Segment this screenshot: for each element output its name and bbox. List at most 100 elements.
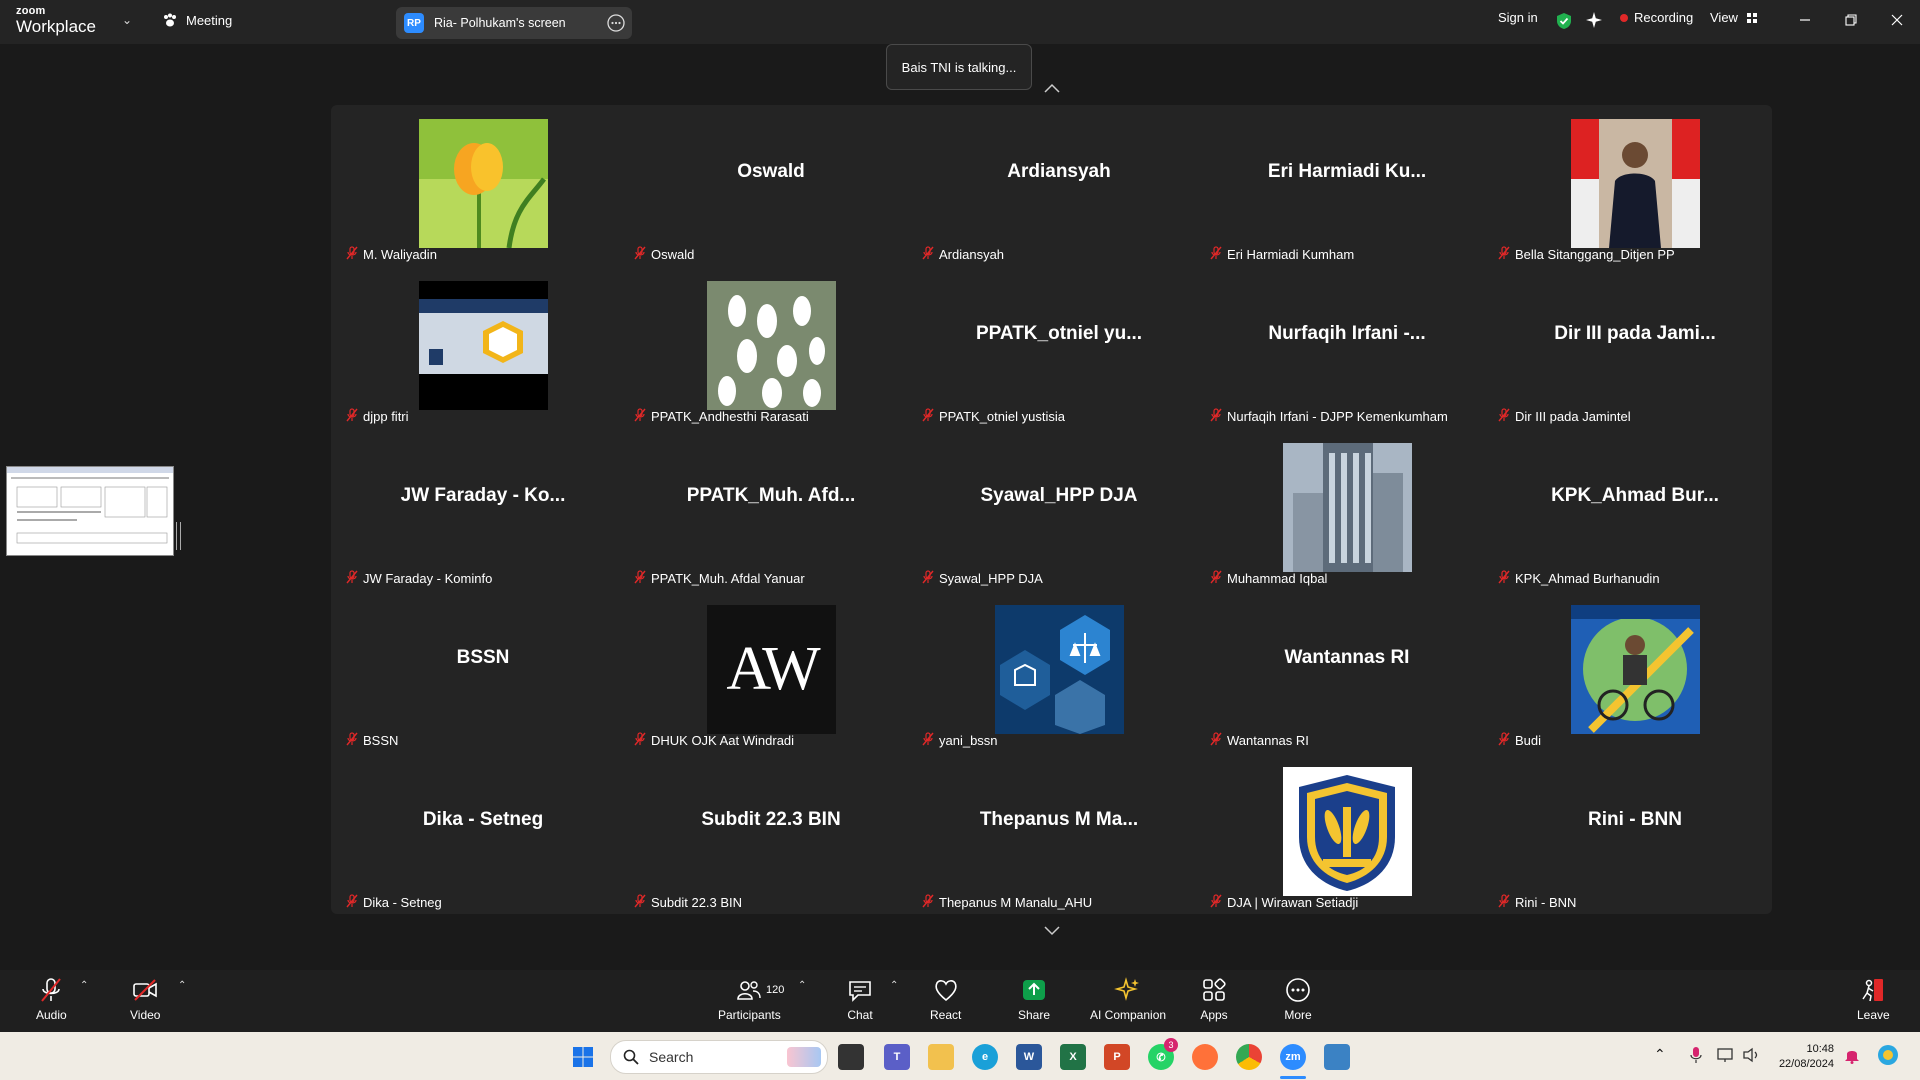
- participant-tile[interactable]: Ardiansyah Ardiansyah: [915, 103, 1203, 265]
- zoom-app-icon[interactable]: zm: [1280, 1044, 1306, 1070]
- participant-tile[interactable]: Dir III pada Jami... Dir III pada Jaminte…: [1491, 265, 1779, 427]
- participant-display-name: Dir III pada Jami...: [1554, 323, 1716, 344]
- participant-tile[interactable]: Rini - BNN Rini - BNN: [1491, 751, 1779, 913]
- firefox-icon[interactable]: [1192, 1044, 1218, 1070]
- shared-screen-thumbnail[interactable]: [6, 466, 174, 556]
- participant-tile[interactable]: Budi: [1491, 589, 1779, 751]
- participant-tile[interactable]: Dika - Setneg Dika - Setneg: [339, 751, 627, 913]
- participant-tile[interactable]: JW Faraday - Ko... JW Faraday - Kominfo: [339, 427, 627, 589]
- participant-avatar: AW: [707, 605, 836, 734]
- meeting-button[interactable]: Meeting: [162, 12, 232, 28]
- page-down-button[interactable]: [1035, 918, 1069, 944]
- teams-icon[interactable]: T: [884, 1044, 910, 1070]
- participant-tile[interactable]: PPATK_Andhesthi Rarasati: [627, 265, 915, 427]
- heart-icon: [935, 980, 957, 1002]
- chevron-down-icon: [1044, 926, 1060, 936]
- task-view-icon[interactable]: [838, 1044, 864, 1070]
- microphone-muted-icon: [921, 894, 935, 911]
- chevron-down-icon[interactable]: ⌄: [122, 13, 132, 27]
- edge-icon[interactable]: e: [972, 1044, 998, 1070]
- participant-name-label: PPATK_otniel yustisia: [921, 408, 1065, 425]
- recording-indicator[interactable]: Recording: [1620, 10, 1693, 25]
- participant-tile[interactable]: Thepanus M Ma... Thepanus M Manalu_AHU: [915, 751, 1203, 913]
- participant-avatar: [1571, 119, 1700, 248]
- participant-name-label: Rini - BNN: [1497, 894, 1576, 911]
- network-icon[interactable]: [1716, 1047, 1734, 1066]
- taskbar-search[interactable]: Search: [610, 1040, 828, 1074]
- participant-name-label: Dir III pada Jamintel: [1497, 408, 1631, 425]
- video-button[interactable]: Video: [130, 976, 160, 1022]
- microphone-muted-icon: [633, 246, 647, 263]
- video-options-caret[interactable]: ⌃: [178, 980, 186, 991]
- leave-button[interactable]: Leave: [1857, 976, 1890, 1022]
- microphone-muted-icon: [633, 570, 647, 587]
- chat-options-caret[interactable]: ⌃: [890, 980, 898, 991]
- notepad-icon[interactable]: [1324, 1044, 1350, 1070]
- search-highlight-icon: [787, 1047, 821, 1067]
- more-options-icon[interactable]: [606, 13, 626, 33]
- participant-tile[interactable]: Eri Harmiadi Ku... Eri Harmiadi Kumham: [1203, 103, 1491, 265]
- windows-start-icon[interactable]: [570, 1044, 596, 1070]
- recording-label: Recording: [1634, 10, 1694, 25]
- participant-tile[interactable]: Bella Sitanggang_Ditjen PP: [1491, 103, 1779, 265]
- minimize-button[interactable]: [1782, 0, 1828, 40]
- file-explorer-icon[interactable]: [928, 1044, 954, 1070]
- view-button[interactable]: View: [1710, 10, 1758, 25]
- participant-avatar: [995, 605, 1124, 734]
- participants-button[interactable]: Participants: [718, 976, 781, 1022]
- participant-name-label: Eri Harmiadi Kumham: [1209, 246, 1354, 263]
- chat-button[interactable]: Chat: [846, 976, 874, 1022]
- apps-button[interactable]: Apps: [1200, 976, 1228, 1022]
- participants-options-caret[interactable]: ⌃: [798, 980, 806, 991]
- participant-tile[interactable]: Oswald Oswald: [627, 103, 915, 265]
- participant-name: Wantannas RI: [1227, 733, 1309, 748]
- volume-icon[interactable]: [1742, 1047, 1760, 1066]
- chrome-icon[interactable]: [1236, 1044, 1262, 1070]
- participant-tile[interactable]: AW DHUK OJK Aat Windradi: [627, 589, 915, 751]
- ai-companion-label: AI Companion: [1090, 1008, 1167, 1022]
- page-up-button[interactable]: [1035, 75, 1069, 101]
- tray-microphone-icon[interactable]: [1690, 1046, 1702, 1067]
- participant-name: PPATK_Andhesthi Rarasati: [651, 409, 809, 424]
- participant-name: Dir III pada Jamintel: [1515, 409, 1631, 424]
- react-button[interactable]: React: [930, 976, 961, 1022]
- participant-tile[interactable]: Muhammad Iqbal: [1203, 427, 1491, 589]
- participant-tile[interactable]: DJA | Wirawan Setiadji: [1203, 751, 1491, 913]
- tray-chevron-up-icon[interactable]: ⌃: [1654, 1046, 1666, 1063]
- audio-button[interactable]: Audio: [36, 976, 67, 1022]
- excel-icon[interactable]: X: [1060, 1044, 1086, 1070]
- close-button[interactable]: [1874, 0, 1920, 40]
- powerpoint-icon[interactable]: P: [1104, 1044, 1130, 1070]
- ai-companion-button[interactable]: AI Companion: [1090, 976, 1166, 1022]
- participant-tile[interactable]: Wantannas RI Wantannas RI: [1203, 589, 1491, 751]
- participant-tile[interactable]: KPK_Ahmad Bur... KPK_Ahmad Burhanudin: [1491, 427, 1779, 589]
- participant-tile[interactable]: PPATK_otniel yu... PPATK_otniel yustisia: [915, 265, 1203, 427]
- participant-tile[interactable]: Syawal_HPP DJA Syawal_HPP DJA: [915, 427, 1203, 589]
- word-icon[interactable]: W: [1016, 1044, 1042, 1070]
- participant-tile[interactable]: djpp fitri: [339, 265, 627, 427]
- restore-button[interactable]: [1828, 0, 1874, 40]
- screen-share-pill[interactable]: RP Ria- Polhukam's screen: [396, 7, 632, 39]
- participant-name: Syawal_HPP DJA: [939, 571, 1043, 586]
- thumbnail-resize-handle[interactable]: [176, 522, 181, 550]
- audio-options-caret[interactable]: ⌃: [80, 980, 88, 991]
- participant-avatar: [1571, 605, 1700, 734]
- shield-check-icon[interactable]: [1556, 12, 1572, 30]
- participant-tile[interactable]: PPATK_Muh. Afd... PPATK_Muh. Afdal Yanuar: [627, 427, 915, 589]
- share-button[interactable]: Share: [1018, 976, 1050, 1022]
- clock[interactable]: 10:48 22/08/2024: [1772, 1042, 1834, 1072]
- participant-name-label: DHUK OJK Aat Windradi: [633, 732, 794, 749]
- more-button[interactable]: More: [1284, 976, 1312, 1022]
- sparkle-icon[interactable]: [1585, 11, 1603, 29]
- participants-icon: [737, 981, 762, 1000]
- sign-in-button[interactable]: Sign in: [1498, 10, 1538, 25]
- participant-tile[interactable]: Subdit 22.3 BIN Subdit 22.3 BIN: [627, 751, 915, 913]
- participant-tile[interactable]: Nurfaqih Irfani -... Nurfaqih Irfani - DJ…: [1203, 265, 1491, 427]
- participant-tile[interactable]: M. Waliyadin: [339, 103, 627, 265]
- chevron-up-icon: [1044, 83, 1060, 93]
- participant-tile[interactable]: yani_bssn: [915, 589, 1203, 751]
- microphone-muted-icon: [1497, 894, 1511, 911]
- notification-bell-icon[interactable]: [1844, 1046, 1860, 1067]
- copilot-icon[interactable]: [1876, 1043, 1900, 1070]
- participant-tile[interactable]: BSSN BSSN: [339, 589, 627, 751]
